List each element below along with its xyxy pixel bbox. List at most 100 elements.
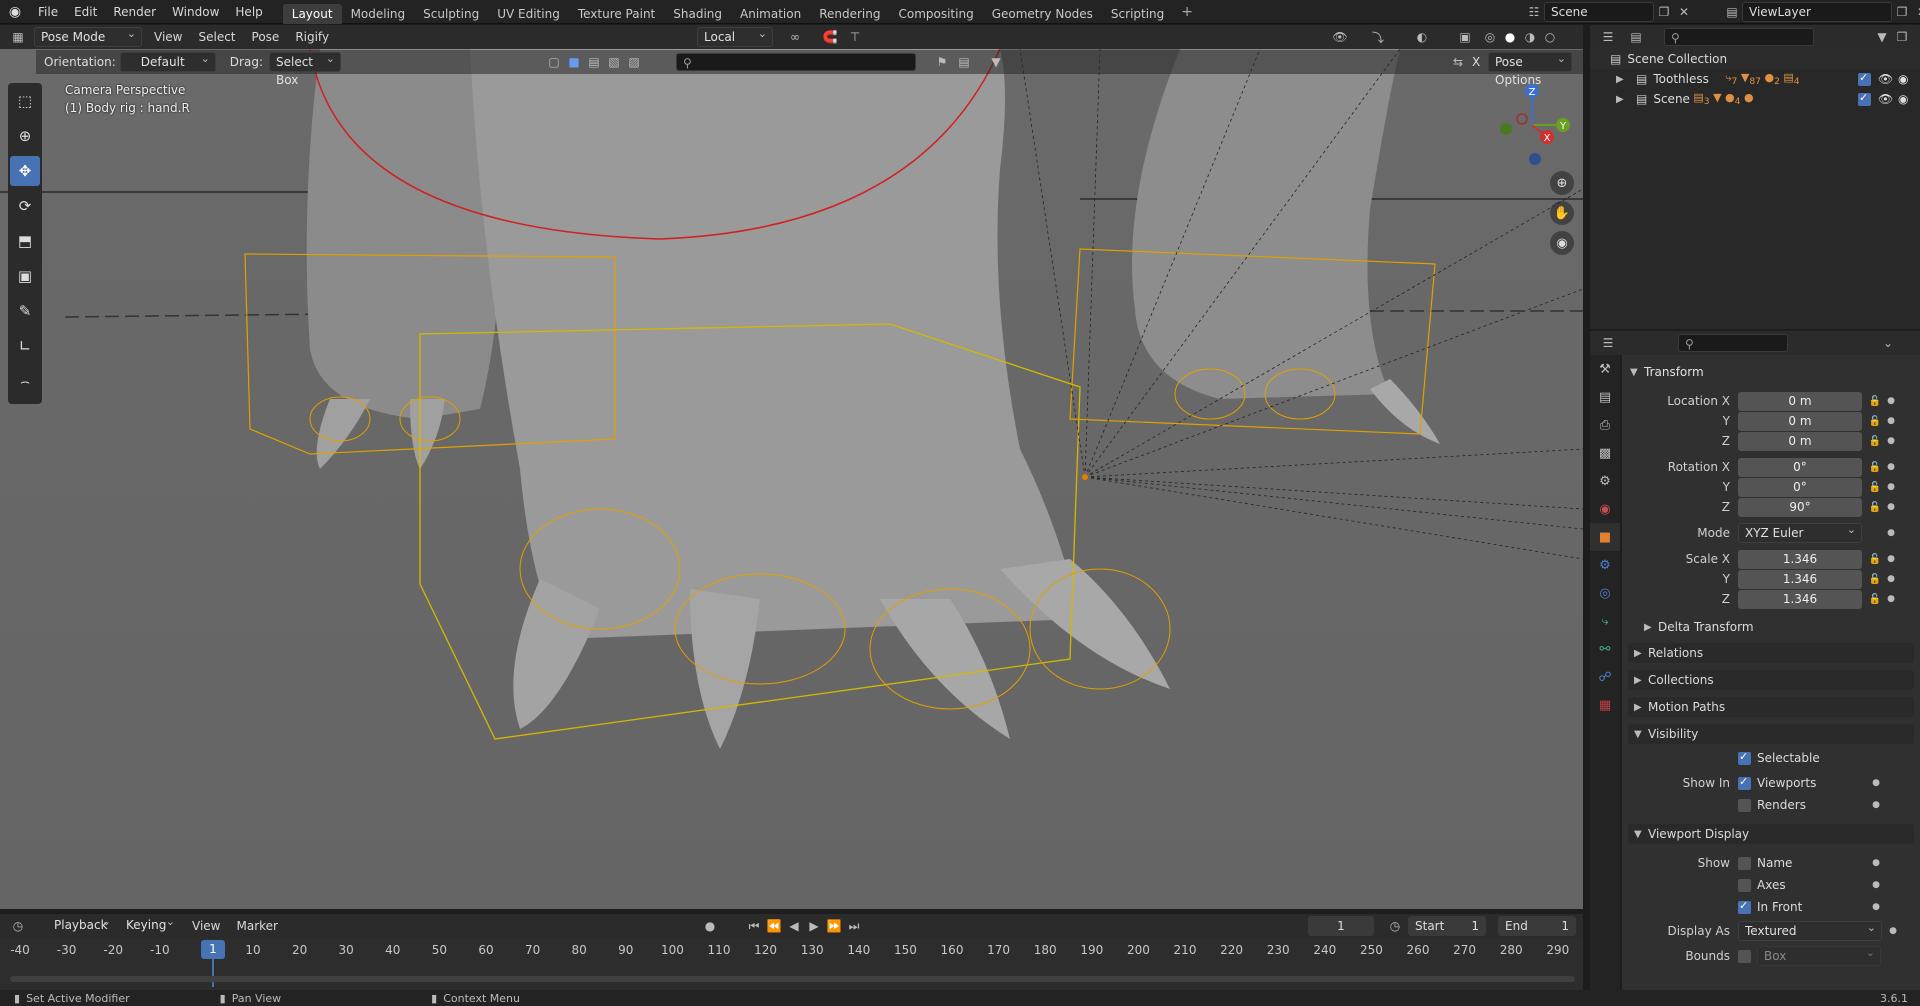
snap-icon[interactable]: 🧲 <box>820 27 840 47</box>
relax-pose-tool-icon[interactable]: ⌢ <box>10 366 40 396</box>
wireframe-shading-icon[interactable]: ◎ <box>1480 27 1500 47</box>
world-tab-icon[interactable]: ◉ <box>1590 495 1620 523</box>
snap-target-icon[interactable]: ⊤ <box>845 27 865 47</box>
new-collection-icon[interactable]: ❐ <box>1892 27 1912 47</box>
motion-paths-panel[interactable]: ▶ Motion Paths <box>1628 697 1914 717</box>
next-keyframe-icon[interactable]: ⏩ <box>824 916 844 936</box>
modifier-tab-icon[interactable]: ⚙ <box>1590 551 1620 579</box>
marker-menu[interactable]: Marker <box>228 916 285 936</box>
keyframe-dot-icon[interactable]: ● <box>1884 502 1898 512</box>
menu-rigify[interactable]: Rigify <box>287 27 337 47</box>
keyframe-dot-icon[interactable]: ● <box>1869 858 1883 868</box>
lock-icon[interactable]: 🔓 <box>1866 594 1884 605</box>
bone-constraint-tab-icon[interactable]: ☍ <box>1590 663 1620 691</box>
prev-keyframe-icon[interactable]: ⏪ <box>764 916 784 936</box>
scale-tool-icon[interactable]: ⬒ <box>10 226 40 256</box>
scene-exclude-checkbox[interactable] <box>1858 91 1871 106</box>
armature-data-tab-icon[interactable]: ⤷ <box>1590 607 1620 635</box>
toothless-exclude-checkbox[interactable] <box>1858 71 1871 86</box>
tab-shading[interactable]: Shading <box>664 4 731 24</box>
drag-dropdown[interactable]: Select Box <box>268 50 341 87</box>
menu-select[interactable]: Select <box>190 27 243 47</box>
scene-collection-row[interactable]: ▤ Scene Collection <box>1590 49 1920 69</box>
tab-modeling[interactable]: Modeling <box>342 4 415 24</box>
pose-mirror-icon[interactable]: ⇆ <box>1448 52 1468 72</box>
bounds-checkbox[interactable] <box>1738 949 1751 963</box>
tab-geometry-nodes[interactable]: Geometry Nodes <box>983 4 1102 24</box>
scene-name-field[interactable]: Scene <box>1544 2 1654 22</box>
lock-icon[interactable]: 🔓 <box>1866 502 1884 513</box>
lock-icon[interactable]: 🔓 <box>1866 462 1884 473</box>
expand-chevron-icon[interactable]: ▶ <box>1616 94 1630 105</box>
outliner-item-toothless[interactable]: ▶ ▤ Toothless ⤷7 ▼87 ●2 ▤4 👁 ◉ <box>1590 69 1920 89</box>
measure-tool-icon[interactable]: ∟ <box>10 331 40 361</box>
outliner-search-input[interactable]: ⚲ <box>1664 28 1814 46</box>
editor-type-icon[interactable]: ▦ <box>8 27 28 47</box>
rotation-z-field[interactable]: 90° <box>1738 497 1862 517</box>
menu-file[interactable]: File <box>30 0 66 24</box>
rotate-tool-icon[interactable]: ⟳ <box>10 191 40 221</box>
render-tab-icon[interactable]: ▤ <box>1590 383 1620 411</box>
bone-origin-point[interactable] <box>1082 474 1088 480</box>
solid-shading-icon[interactable]: ● <box>1500 27 1520 47</box>
keyset-icon[interactable]: ▤ <box>954 52 974 72</box>
add-workspace-icon[interactable]: + <box>1173 4 1201 20</box>
playhead-frame-label[interactable]: 1 <box>201 940 225 959</box>
scale-z-field[interactable]: 1.346 <box>1738 589 1862 609</box>
lock-icon[interactable]: 🔓 <box>1866 554 1884 565</box>
overlay-toggle-icon[interactable]: ◐ <box>1412 27 1432 47</box>
select-mode-icon[interactable]: ▢ <box>544 52 564 72</box>
keyframe-dot-icon[interactable]: ● <box>1884 396 1898 406</box>
physics-tab-icon[interactable]: ◎ <box>1590 579 1620 607</box>
keyframe-dot-icon[interactable]: ● <box>1884 574 1898 584</box>
keyframe-dot-icon[interactable]: ● <box>1886 926 1900 936</box>
move-tool-icon[interactable]: ✥ <box>10 156 40 186</box>
keyframe-dot-icon[interactable]: ● <box>1884 594 1898 604</box>
start-frame-field[interactable]: Start 1 <box>1408 916 1486 936</box>
viewlayer-name-field[interactable]: ViewLayer <box>1742 2 1892 22</box>
keyframe-dot-icon[interactable]: ● <box>1869 800 1883 810</box>
new-scene-icon[interactable]: ❐ <box>1654 2 1674 22</box>
transform-tool-icon[interactable]: ▣ <box>10 261 40 291</box>
output-tab-icon[interactable]: ⎙ <box>1590 411 1620 439</box>
filter-icon[interactable]: ▼ <box>1872 27 1892 47</box>
tab-scripting[interactable]: Scripting <box>1102 4 1173 24</box>
keying-menu[interactable]: Keying <box>120 913 180 936</box>
keyframe-dot-icon[interactable]: ● <box>1884 554 1898 564</box>
pose-options-dropdown[interactable]: Pose Options <box>1488 50 1572 87</box>
keyframe-dot-icon[interactable]: ● <box>1869 880 1883 890</box>
filter-icon[interactable]: ▼ <box>986 52 1006 72</box>
collections-panel[interactable]: ▶ Collections <box>1628 670 1914 690</box>
select-box-tool-icon[interactable]: ⬚ <box>10 86 40 116</box>
end-frame-field[interactable]: End 1 <box>1498 916 1576 936</box>
lock-icon[interactable]: 🔓 <box>1866 396 1884 407</box>
tool-tab-icon[interactable]: ⚒ <box>1590 355 1620 383</box>
location-z-field[interactable]: 0 m <box>1738 431 1862 451</box>
menu-render[interactable]: Render <box>105 0 164 24</box>
select-set-icon[interactable]: ■ <box>564 52 584 72</box>
mode-dropdown[interactable]: Pose Mode <box>34 25 142 47</box>
bone-tab-icon[interactable]: ⚯ <box>1590 635 1620 663</box>
keyframe-dot-icon[interactable]: ● <box>1884 436 1898 446</box>
rendered-shading-icon[interactable]: ○ <box>1540 27 1560 47</box>
keyframe-dot-icon[interactable]: ● <box>1884 482 1898 492</box>
viewlayer-icon[interactable]: ▤ <box>1722 2 1742 22</box>
timeline-editor-icon[interactable]: ◷ <box>8 916 28 936</box>
jump-end-icon[interactable]: ⏭ <box>844 916 864 936</box>
preview-range-icon[interactable]: ◷ <box>1385 916 1405 936</box>
keyframe-dot-icon[interactable]: ● <box>1869 778 1883 788</box>
armature-count-icon[interactable]: ⤷7 ▼87 ●2 ▤4 <box>1725 71 1799 87</box>
menu-view[interactable]: View <box>146 27 190 47</box>
delete-scene-icon[interactable]: ✕ <box>1674 2 1694 22</box>
location-x-field[interactable]: 0 m <box>1738 391 1862 411</box>
viewport-display-panel-header[interactable]: ▼ Viewport Display <box>1628 824 1914 844</box>
keyframe-dot-icon[interactable]: ● <box>1884 528 1898 538</box>
bookmark-icon[interactable]: ⚑ <box>932 52 952 72</box>
properties-search-input[interactable]: ⚲ <box>1678 334 1788 352</box>
properties-editor-icon[interactable]: ☰ <box>1598 333 1618 353</box>
outliner-item-scene[interactable]: ▶ ▤ Scene ▤3 ▼ ●4 ● 👁 ◉ <box>1590 89 1920 109</box>
bounds-type-dropdown[interactable]: Box <box>1757 944 1881 966</box>
playhead-line[interactable] <box>212 959 214 987</box>
tab-uv-editing[interactable]: UV Editing <box>488 4 569 24</box>
timeline-area[interactable]: -40-30-20-101102030405060708090100110120… <box>0 938 1583 992</box>
